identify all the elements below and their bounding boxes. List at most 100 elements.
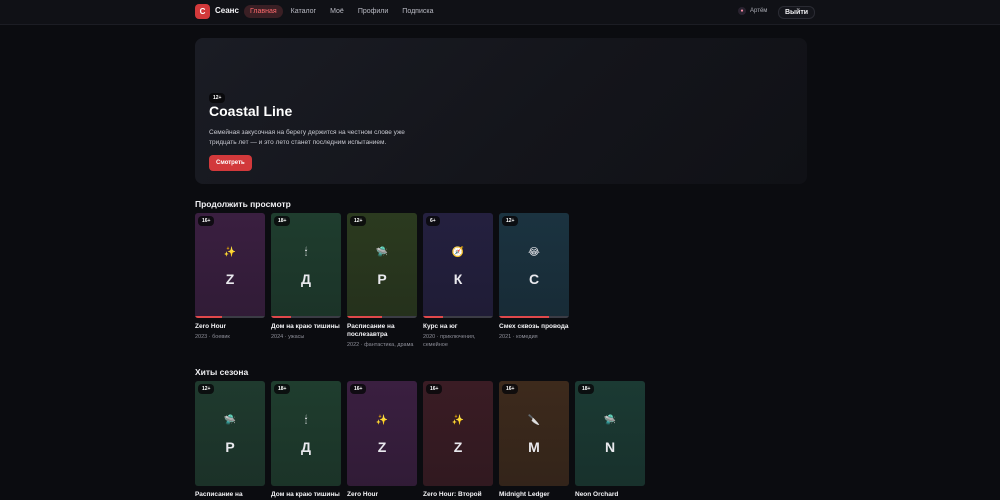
poster[interactable]: 6+ 🧭 К — [423, 213, 493, 318]
poster[interactable]: 18+ 🛸 N — [575, 381, 645, 486]
movie-title[interactable]: Zero Hour — [195, 323, 265, 331]
laughing-face-icon: 😂 — [528, 247, 540, 258]
age-rating-badge: 16+ — [350, 384, 367, 394]
movie-title[interactable]: Midnight Ledger — [499, 491, 569, 499]
poster-letter: С — [528, 271, 540, 287]
watch-progress-fill — [195, 316, 222, 318]
poster-letter: Р — [377, 271, 387, 287]
nav-item-subscription[interactable]: Подписка — [396, 5, 439, 18]
movie-title[interactable]: Смех сквозь провода — [499, 323, 569, 331]
hits-section-title: Хиты сезона — [195, 367, 249, 377]
watch-progress-bar — [499, 316, 569, 318]
candle-icon: 🕯 — [304, 247, 308, 258]
ufo-icon: 🛸 — [603, 415, 617, 426]
poster[interactable]: 12+ 🛸 Р — [347, 213, 417, 318]
movie-title[interactable]: Zero Hour: Второй — [423, 491, 493, 499]
movie-meta: 2023 · боевик — [195, 334, 230, 340]
ufo-icon: 🛸 — [223, 415, 237, 426]
brand-name[interactable]: Сеанс — [215, 6, 239, 15]
poster[interactable]: 16+ ✨ Z — [347, 381, 417, 486]
age-rating-badge: 18+ — [274, 216, 291, 226]
continue-section-title: Продолжить просмотр — [195, 199, 291, 209]
poster-letter: Z — [377, 439, 387, 455]
watch-progress-bar — [423, 316, 493, 318]
movie-card[interactable]: 18+ 🕯 Д Дом на краю тишины 2024 · ужасы — [271, 213, 341, 349]
movie-card[interactable]: 12+ 🛸 Р Расписание на послезавтра 2022 · фан… — [347, 213, 417, 349]
age-rating-badge: 12+ — [502, 216, 519, 226]
movie-meta: 2020 · приключения, семейное — [423, 334, 476, 348]
movie-meta: 2024 · ужасы — [271, 334, 305, 340]
poster-letter: Д — [301, 439, 311, 455]
candle-icon: 🕯 — [304, 415, 308, 426]
nav-item-home[interactable]: Главная — [244, 5, 283, 18]
movie-title[interactable]: Neon Orchard — [575, 491, 645, 499]
poster-letter: N — [604, 439, 616, 455]
hero-banner: 12+ Coastal Line Семейная закусочная на … — [195, 38, 807, 184]
movie-title[interactable]: Курс на юг — [423, 323, 493, 331]
profile-switcher[interactable]: ● Артём — [738, 7, 767, 15]
hits-row: 12+ 🛸 Р Расписание на 18+ 🕯 Д Дом на краю тишин… — [195, 381, 645, 499]
poster-letter: К — [453, 271, 463, 287]
firework-icon: ✨ — [223, 247, 237, 258]
ufo-icon: 🛸 — [375, 247, 389, 258]
movie-title[interactable]: Дом на краю тишины — [271, 491, 341, 499]
movie-card[interactable]: 12+ 🛸 Р Расписание на — [195, 381, 265, 499]
movie-title[interactable]: Расписание на — [195, 491, 265, 499]
hero-description: Семейная закусочная на берегу держится н… — [209, 129, 405, 146]
nav-item-mine[interactable]: Моё — [324, 5, 350, 18]
age-rating-badge: 12+ — [350, 216, 367, 226]
poster[interactable]: 16+ ✨ Z — [423, 381, 493, 486]
age-rating-badge: 12+ — [198, 384, 215, 394]
movie-title[interactable]: Расписание на послезавтра — [347, 323, 417, 339]
age-rating-badge: 6+ — [426, 216, 440, 226]
movie-meta: 2022 · фантастика, драма — [347, 342, 414, 348]
logo[interactable]: С — [195, 4, 210, 19]
age-rating-badge: 16+ — [502, 384, 519, 394]
knife-icon: 🔪 — [527, 415, 541, 426]
poster-letter: Z — [225, 271, 235, 287]
poster-letter: Z — [453, 439, 463, 455]
movie-card[interactable]: 16+ ✨ Z Zero Hour — [347, 381, 417, 499]
poster[interactable]: 18+ 🕯 Д — [271, 213, 341, 318]
logout-button[interactable]: Выйти — [778, 6, 816, 19]
poster[interactable]: 16+ ✨ Z — [195, 213, 265, 318]
movie-meta: 2021 · комедия — [499, 334, 538, 340]
movie-card[interactable]: 18+ 🕯 Д Дом на краю тишины — [271, 381, 341, 499]
poster[interactable]: 12+ 😂 С — [499, 213, 569, 318]
poster-letter: M — [528, 439, 540, 455]
watch-button[interactable]: Смотреть — [209, 155, 252, 171]
poster[interactable]: 18+ 🕯 Д — [271, 381, 341, 486]
watch-progress-fill — [499, 316, 550, 318]
watch-progress-bar — [271, 316, 341, 318]
poster[interactable]: 12+ 🛸 Р — [195, 381, 265, 486]
main-nav: Главная Каталог Моё Профили Подписка — [244, 5, 439, 18]
top-bar: С Сеанс Главная Каталог Моё Профили Подп… — [0, 0, 1000, 25]
profile-name: Артём — [750, 8, 768, 14]
hero-title: Coastal Line — [209, 103, 293, 119]
nav-item-catalog[interactable]: Каталог — [285, 5, 322, 18]
firework-icon: ✨ — [451, 415, 465, 426]
movie-card[interactable]: 12+ 😂 С Смех сквозь провода 2021 · комедия — [499, 213, 569, 349]
avatar: ● — [738, 7, 746, 15]
age-rating-badge: 16+ — [198, 216, 215, 226]
watch-progress-bar — [347, 316, 417, 318]
age-rating-badge: 18+ — [274, 384, 291, 394]
movie-card[interactable]: 16+ ✨ Z Zero Hour 2023 · боевик — [195, 213, 265, 349]
movie-card[interactable]: 18+ 🛸 N Neon Orchard — [575, 381, 645, 499]
continue-row: 16+ ✨ Z Zero Hour 2023 · боевик 18+ 🕯 Д Дом на к… — [195, 213, 569, 349]
movie-card[interactable]: 16+ ✨ Z Zero Hour: Второй — [423, 381, 493, 499]
nav-item-profiles[interactable]: Профили — [352, 5, 394, 18]
age-rating-badge: 16+ — [426, 384, 443, 394]
movie-card[interactable]: 16+ 🔪 M Midnight Ledger — [499, 381, 569, 499]
movie-title[interactable]: Дом на краю тишины — [271, 323, 341, 331]
poster-letter: Д — [301, 271, 311, 287]
watch-progress-fill — [347, 316, 382, 318]
movie-card[interactable]: 6+ 🧭 К Курс на юг 2020 · приключения, семейн… — [423, 213, 493, 349]
poster[interactable]: 16+ 🔪 M — [499, 381, 569, 486]
watch-progress-bar — [195, 316, 265, 318]
firework-icon: ✨ — [375, 415, 389, 426]
compass-icon: 🧭 — [451, 247, 465, 258]
watch-progress-fill — [271, 316, 291, 318]
poster-letter: Р — [225, 439, 235, 455]
movie-title[interactable]: Zero Hour — [347, 491, 417, 499]
